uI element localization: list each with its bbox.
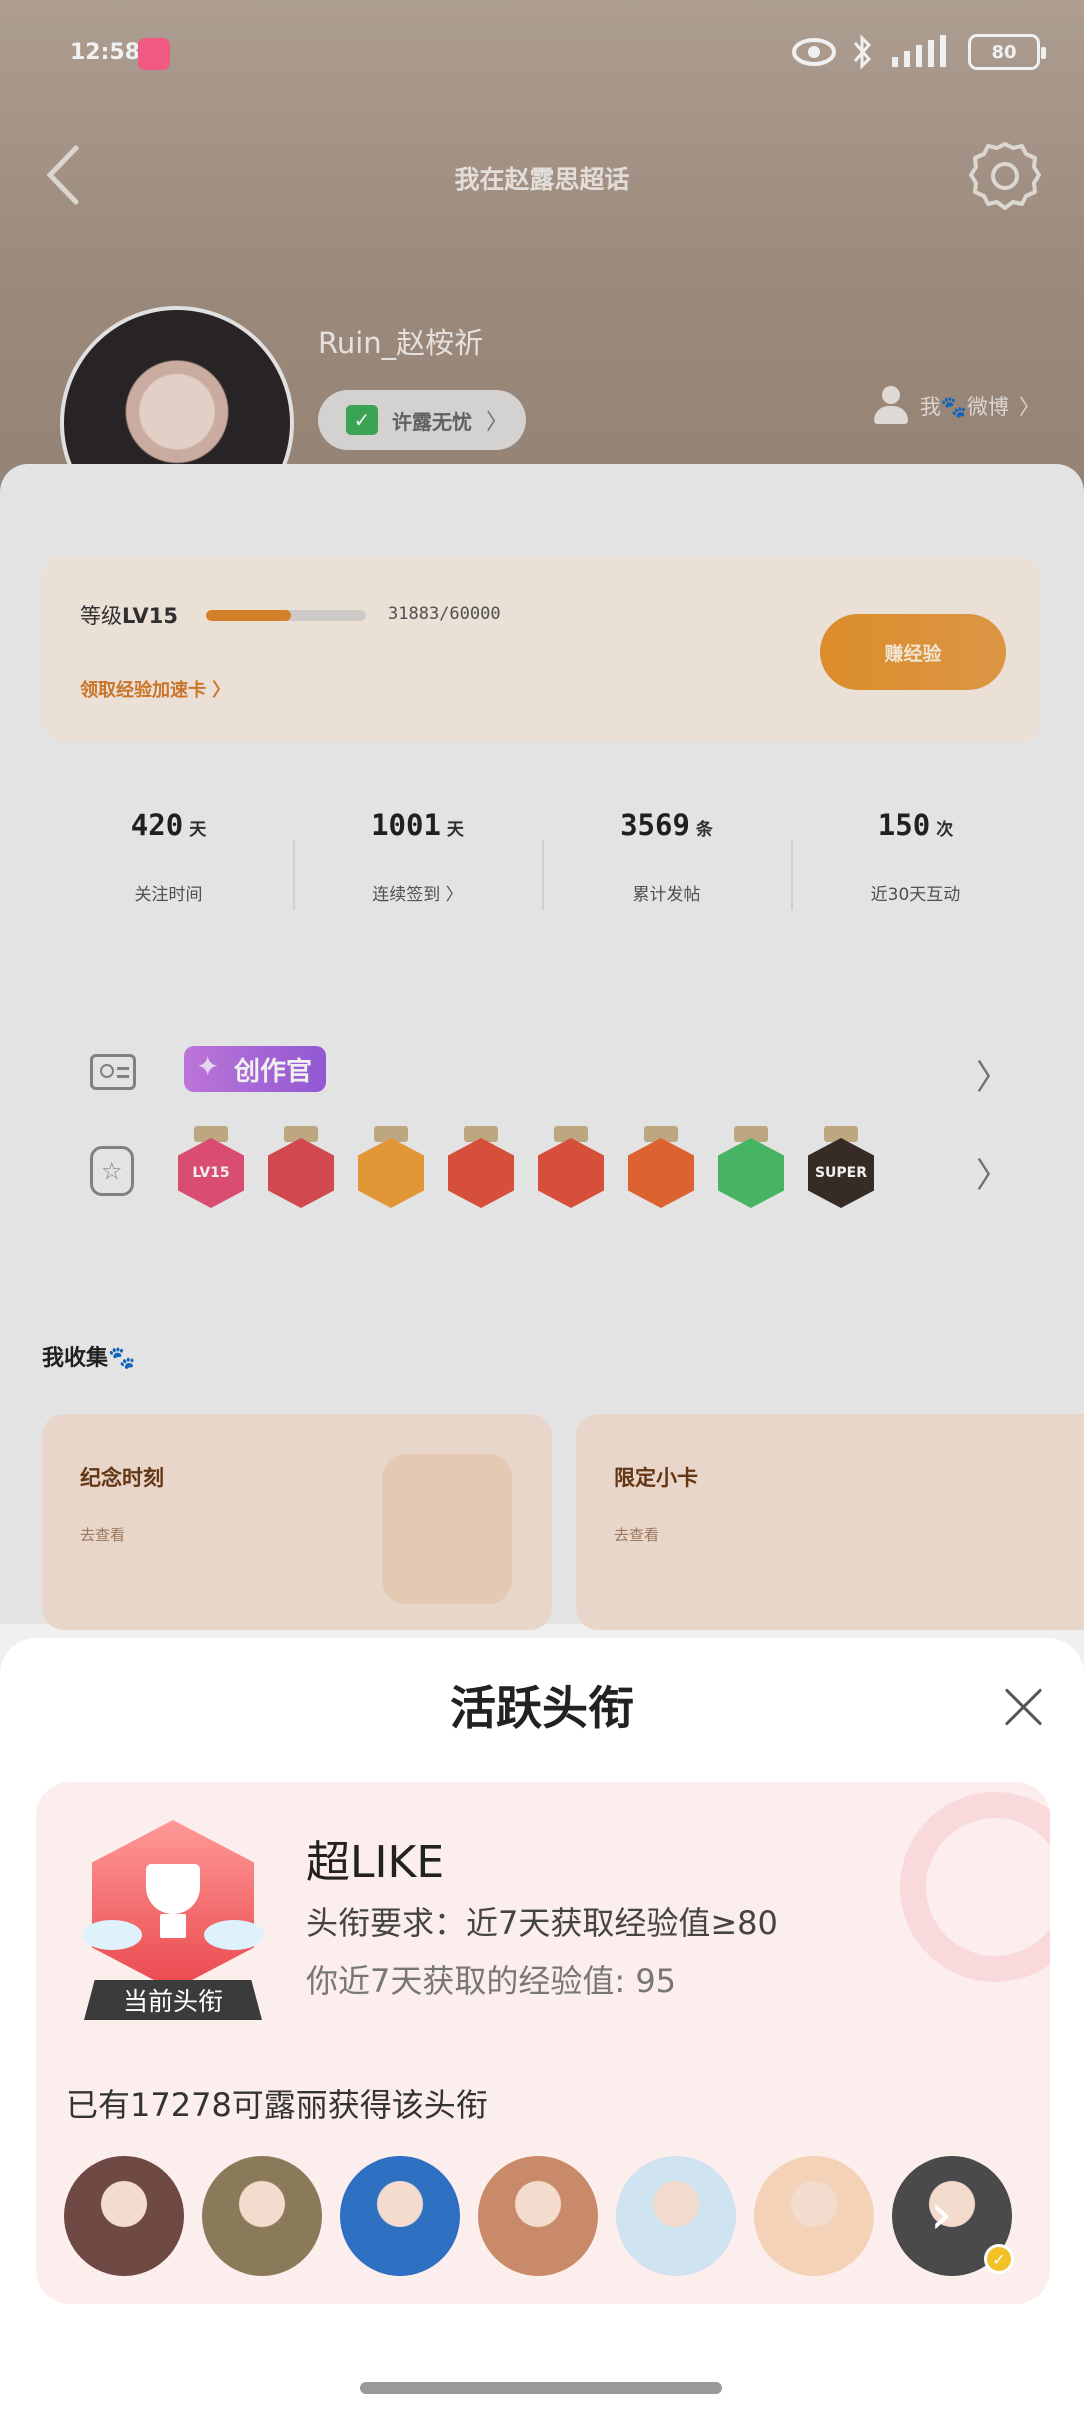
chevron-right-icon: › <box>930 2182 953 2247</box>
wing-right <box>204 1920 264 1950</box>
my-exp-value: 你近7天获取的经验值: 95 <box>306 1962 677 2000</box>
trophy-badge-icon: 当前头衔 <box>82 1820 264 2020</box>
owner-avatar-list: › ✓ <box>64 2156 1024 2280</box>
owner-avatar[interactable] <box>478 2156 598 2276</box>
more-owners-avatar[interactable]: › ✓ <box>892 2156 1014 2276</box>
wing-left <box>82 1920 142 1950</box>
title-owners-count: 已有17278可露丽获得该头衔 <box>66 2086 488 2124</box>
verified-check-icon: ✓ <box>984 2244 1014 2274</box>
decorative-ring <box>900 1792 1050 1982</box>
owner-avatar[interactable] <box>616 2156 736 2276</box>
trophy-cup <box>138 1864 208 1944</box>
sheet-title: 活跃头衔 <box>450 1681 634 1735</box>
owner-avatar[interactable] <box>202 2156 322 2276</box>
owner-avatar[interactable] <box>64 2156 184 2276</box>
current-title-ribbon: 当前头衔 <box>84 1980 262 2020</box>
close-icon[interactable] <box>998 1682 1048 1732</box>
title-name: 超LIKE <box>306 1837 445 1888</box>
title-requirement: 头衔要求：近7天获取经验值≥80 <box>306 1904 778 1942</box>
home-indicator[interactable] <box>360 2382 722 2394</box>
owner-avatar[interactable] <box>754 2156 874 2276</box>
owner-avatar[interactable] <box>340 2156 460 2276</box>
